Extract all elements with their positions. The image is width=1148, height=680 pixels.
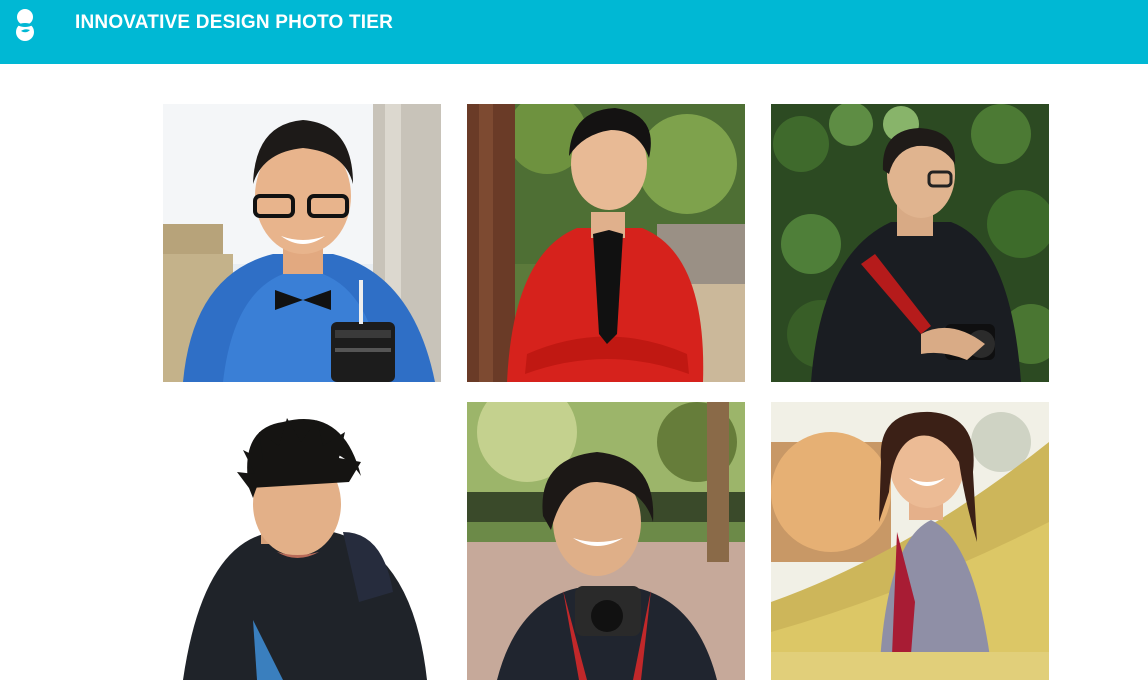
photo-portrait-park-camera <box>467 402 745 680</box>
photo-tile[interactable] <box>163 104 441 382</box>
photo-gallery-grid <box>0 0 1148 680</box>
photo-portrait-white-background <box>163 402 441 680</box>
photo-tile[interactable] <box>771 402 1049 680</box>
photo-tile[interactable] <box>771 104 1049 382</box>
photo-tile[interactable] <box>163 402 441 680</box>
photo-portrait-grass-field <box>771 402 1049 680</box>
photo-tile[interactable] <box>467 104 745 382</box>
photo-tile[interactable] <box>467 402 745 680</box>
photo-portrait-blue-shirt <box>163 104 441 382</box>
photo-portrait-red-shirt <box>467 104 745 382</box>
photo-portrait-camera-ivy <box>771 104 1049 382</box>
